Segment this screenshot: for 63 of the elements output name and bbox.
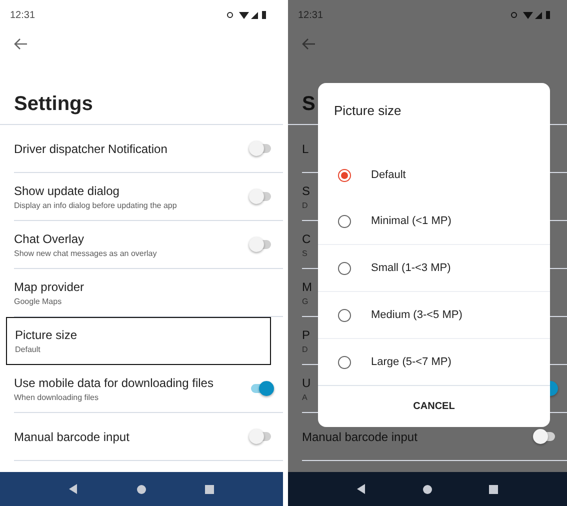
settings-row[interactable]: Manual barcode input <box>14 413 283 461</box>
setting-description: D <box>302 200 309 210</box>
back-icon[interactable] <box>356 484 366 494</box>
setting-label: Chat Overlay <box>14 232 86 246</box>
setting-label: P <box>302 328 310 342</box>
back-icon[interactable] <box>69 484 78 494</box>
setting-label: Driver dispatcher Notification <box>14 142 168 156</box>
setting-label: C <box>302 232 311 246</box>
option-label[interactable]: Small (1-<3 MP) <box>371 262 451 274</box>
settings-row[interactable]: Chat Overlay Show new chat messages as an overlay <box>14 221 283 269</box>
radio-button[interactable] <box>338 356 351 368</box>
settings-row[interactable]: Show update dialog Display an info dialog before updating the app <box>14 173 283 221</box>
option-label[interactable]: Medium (3-<5 MP) <box>371 309 462 321</box>
setting-description: Display an info dialog before updating the app <box>14 200 177 210</box>
back-arrow-icon[interactable] <box>14 38 28 50</box>
setting-label: S <box>302 184 310 198</box>
page-title: S <box>302 93 316 116</box>
toggle-switch[interactable] <box>251 192 271 201</box>
setting-label: Show update dialog <box>14 184 120 198</box>
status-icons <box>511 10 553 20</box>
radio-button[interactable] <box>338 168 351 182</box>
setting-label: Picture size <box>15 328 78 342</box>
setting-description: A <box>302 392 308 402</box>
setting-description: G <box>302 296 310 306</box>
setting-label: U <box>302 376 311 390</box>
setting-label: M <box>302 280 312 294</box>
radio-button[interactable] <box>338 214 351 228</box>
status-icons <box>227 10 269 20</box>
setting-description: When downloading files <box>14 392 100 402</box>
status-time: 12:31 <box>10 10 36 20</box>
option-label[interactable]: Large (5-<7 MP) <box>371 356 452 368</box>
setting-label: Manual barcode input <box>302 430 418 444</box>
setting-label: L <box>302 142 309 156</box>
cancel-button[interactable]: CANCEL <box>318 385 550 427</box>
settings-row[interactable]: Picture size Default <box>6 317 271 365</box>
setting-description: D <box>302 344 309 354</box>
setting-description: S <box>302 248 308 258</box>
back-arrow-icon[interactable] <box>302 38 316 50</box>
recents-icon[interactable] <box>489 484 498 494</box>
radio-button[interactable] <box>338 308 351 322</box>
setting-label: Use mobile data for downloading files <box>14 376 214 390</box>
toggle-switch[interactable] <box>251 144 271 153</box>
recents-icon[interactable] <box>204 484 214 494</box>
status-time: 12:31 <box>298 10 324 20</box>
page-title: Settings <box>14 93 93 116</box>
settings-row[interactable]: Use mobile data for downloading files When downloading files <box>14 365 283 413</box>
toggle-switch[interactable] <box>251 240 271 249</box>
setting-label: Manual barcode input <box>14 430 130 444</box>
setting-description: Default <box>15 345 42 354</box>
toggle-switch[interactable] <box>535 432 555 441</box>
setting-description: Google Maps <box>14 296 63 306</box>
option-label[interactable]: Minimal (<1 MP) <box>371 215 452 227</box>
home-icon[interactable] <box>136 484 146 494</box>
setting-label: Map provider <box>14 280 84 294</box>
home-icon[interactable] <box>422 484 432 494</box>
radio-button[interactable] <box>338 262 351 274</box>
setting-description: Show new chat messages as an overlay <box>14 248 157 258</box>
dialog-title: Picture size <box>333 102 402 120</box>
settings-row[interactable]: Map provider Google Maps <box>14 269 283 317</box>
toggle-switch[interactable] <box>251 432 271 441</box>
settings-row[interactable]: Driver dispatcher Notification <box>14 125 283 173</box>
option-label[interactable]: Default <box>371 169 406 181</box>
toggle-switch[interactable] <box>251 384 271 393</box>
